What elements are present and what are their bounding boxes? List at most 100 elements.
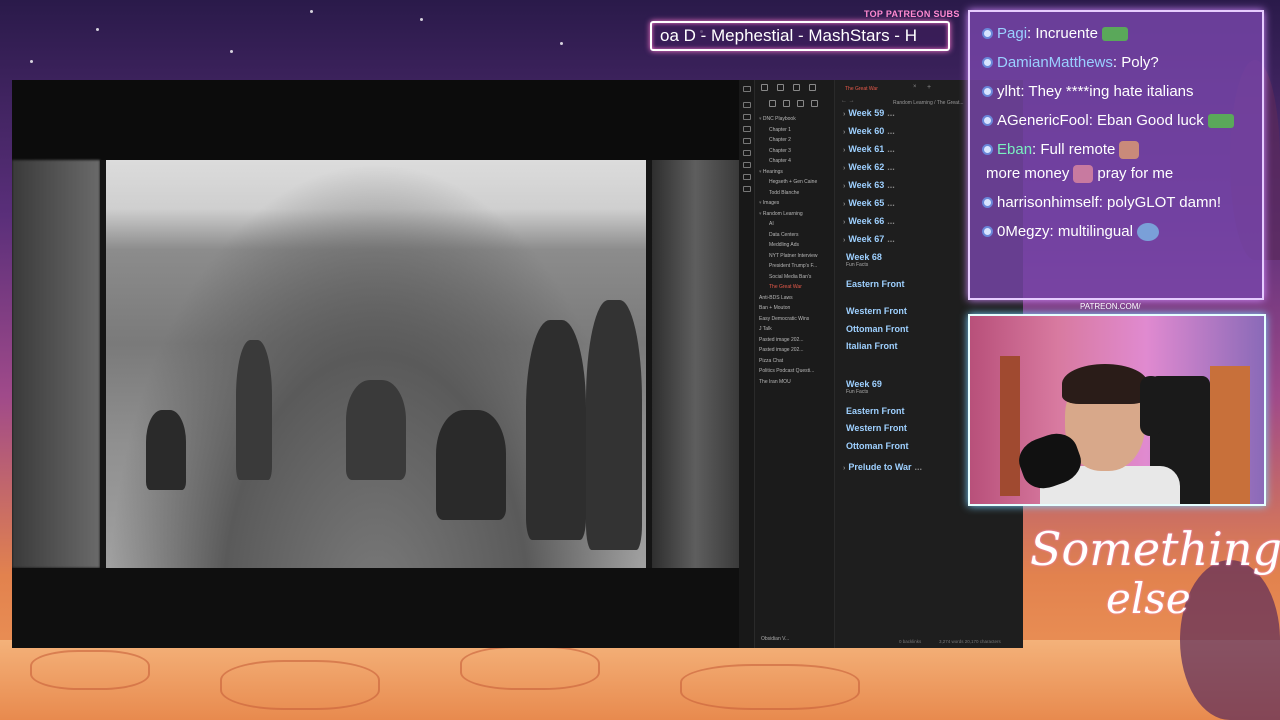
chevron-right-icon[interactable]: › (843, 147, 845, 154)
outline-heading[interactable]: › Prelude to War... (843, 462, 922, 472)
file-item[interactable]: Anti-BDS Laws (755, 293, 835, 304)
outline-heading[interactable]: › Week 65... (843, 198, 895, 208)
file-item[interactable]: Chapter 2 (755, 135, 835, 146)
backlinks-count[interactable]: 0 backlinks (899, 639, 921, 644)
breadcrumb: Random Learning / The Great... (893, 100, 964, 106)
file-item[interactable]: Hegseth + Gen Caine (755, 177, 835, 188)
badge-icon (982, 115, 993, 126)
command-icon[interactable] (743, 162, 751, 168)
outline-heading[interactable]: Western Front (846, 423, 907, 433)
video-blurred-left (12, 160, 100, 568)
chat-username[interactable]: 0Megzy (997, 223, 1050, 240)
file-item[interactable]: NYT Platner Interview (755, 251, 835, 262)
sort-icon[interactable] (797, 100, 804, 107)
outline-heading[interactable]: Week 68 (846, 252, 882, 262)
folder-item[interactable]: DNC Playbook (755, 114, 835, 125)
file-item[interactable]: Chapter 3 (755, 146, 835, 157)
chevron-right-icon[interactable]: › (843, 219, 845, 226)
ground-decoration (0, 640, 1280, 720)
chevron-right-icon[interactable]: › (843, 237, 845, 244)
badge-icon (982, 197, 993, 208)
collapse-icon[interactable] (811, 100, 818, 107)
tab-the-great-war[interactable]: The Great War (845, 86, 878, 92)
sidebar-toggle-icon[interactable] (743, 86, 751, 92)
patreon-subs-ticker: oa D - Mephestial - MashStars - H (650, 21, 950, 51)
file-item[interactable]: Chapter 1 (755, 125, 835, 136)
outline-heading[interactable]: Eastern Front (846, 279, 905, 289)
historical-photo (106, 160, 646, 568)
calendar-icon[interactable] (743, 138, 751, 144)
outline-heading[interactable]: › Week 60... (843, 126, 895, 136)
outline-heading[interactable]: Week 69 (846, 379, 882, 389)
chat-username[interactable]: Eban (997, 141, 1032, 158)
chevron-right-icon[interactable]: › (843, 201, 845, 208)
chevron-right-icon[interactable]: › (843, 165, 845, 172)
outline-heading[interactable]: › Week 63... (843, 180, 895, 190)
chat-text: : multilingual (1049, 223, 1133, 240)
close-tab-icon[interactable]: × (913, 84, 917, 90)
nav-arrows[interactable]: ← → (841, 98, 855, 104)
file-item[interactable]: Meddling Ads (755, 240, 835, 251)
chat-username[interactable]: DamianMatthews (997, 54, 1113, 71)
emote-icon (1073, 165, 1094, 184)
file-item[interactable]: Ban + Mouton (755, 303, 835, 314)
video-player[interactable] (12, 80, 739, 648)
collapsed-indicator: ... (887, 180, 895, 190)
outline-heading[interactable]: › Week 62... (843, 162, 895, 172)
file-item[interactable]: Easy Democratic Wins (755, 314, 835, 325)
folder-item[interactable]: Random Learning (755, 209, 835, 220)
chevron-right-icon[interactable]: › (843, 111, 845, 118)
template-icon[interactable] (743, 150, 751, 156)
send-icon[interactable] (743, 186, 751, 192)
file-item[interactable]: Pasted image 202... (755, 335, 835, 346)
outline-heading[interactable]: › Week 59... (843, 108, 895, 118)
file-item[interactable]: Pasted image 202... (755, 345, 835, 356)
file-item[interactable]: Todd Blanche (755, 188, 835, 199)
chevron-right-icon[interactable]: › (843, 183, 845, 190)
outline-heading[interactable]: › Week 67... (843, 234, 895, 244)
chat-text: : They ****ing hate italians (1020, 83, 1194, 100)
file-item[interactable]: The Iran MOU (755, 377, 835, 388)
outline-heading[interactable]: Ottoman Front (846, 324, 909, 334)
outline-heading[interactable]: › Week 61... (843, 144, 895, 154)
folder-item[interactable]: Images (755, 198, 835, 209)
outline-heading[interactable]: Ottoman Front (846, 441, 909, 451)
chat-panel: Pagi: Incruente DamianMatthews: Poly? ylht… (968, 10, 1264, 300)
chat-message: DamianMatthews: Poly? (982, 51, 1254, 75)
chat-text: : Full remote (1032, 141, 1116, 158)
chat-username[interactable]: ylht (997, 83, 1020, 100)
chat-username[interactable]: Pagi (997, 25, 1027, 42)
file-item[interactable]: AI (755, 219, 835, 230)
bookmarks-tab-icon[interactable] (793, 84, 800, 91)
file-item[interactable]: Politics Podcast Questi... (755, 366, 835, 377)
folder-item[interactable]: Hearings (755, 167, 835, 178)
file-item[interactable]: The Great War (755, 282, 835, 293)
chat-username[interactable]: harrisonhimself (997, 194, 1099, 211)
file-item[interactable]: Social Media Ban's (755, 272, 835, 283)
file-item[interactable]: J Talk (755, 324, 835, 335)
file-item[interactable]: Pizza Chat (755, 356, 835, 367)
outline-heading[interactable]: Italian Front (846, 341, 898, 351)
patreon-subs-label: TOP PATREON SUBS (864, 9, 960, 19)
new-note-action-icon[interactable] (769, 100, 776, 107)
video-frame[interactable] (100, 160, 652, 568)
outline-heading[interactable]: Western Front (846, 306, 907, 316)
file-icon[interactable] (743, 102, 751, 108)
terminal-icon[interactable] (743, 174, 751, 180)
file-item[interactable]: Chapter 4 (755, 156, 835, 167)
outline-heading[interactable]: Eastern Front (846, 406, 905, 416)
new-note-icon[interactable] (809, 84, 816, 91)
chevron-right-icon[interactable]: › (843, 465, 845, 472)
file-item[interactable]: President Trump's F... (755, 261, 835, 272)
chat-username[interactable]: AGenericFool (997, 112, 1089, 129)
outline-heading[interactable]: › Week 66... (843, 216, 895, 226)
new-tab-icon[interactable]: + (927, 84, 931, 91)
graph-icon[interactable] (743, 114, 751, 120)
chevron-right-icon[interactable]: › (843, 129, 845, 136)
new-folder-icon[interactable] (783, 100, 790, 107)
search-tab-icon[interactable] (777, 84, 784, 91)
files-tab-icon[interactable] (761, 84, 768, 91)
file-item[interactable]: Data Centers (755, 230, 835, 241)
heading-label: Eastern Front (846, 406, 905, 416)
canvas-icon[interactable] (743, 126, 751, 132)
